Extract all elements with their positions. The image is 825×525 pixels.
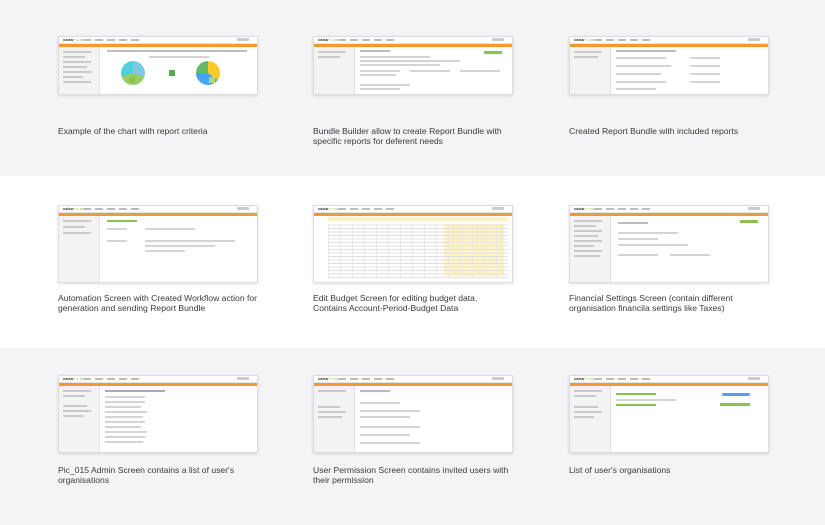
screen-caption: List of user's organisations [569, 465, 671, 475]
screenshot-thumbnail[interactable]: calxa+ = x [569, 205, 769, 283]
screenshot-thumbnail[interactable]: calxa+ = x [313, 36, 513, 95]
app-logo: calxa+ = x [574, 37, 594, 42]
app-logo: calxa+ = x [63, 376, 83, 381]
screen-caption: Automation Screen with Created Workflow … [58, 293, 258, 314]
app-logo: calxa+ = x [63, 37, 83, 42]
screenshot-thumbnail[interactable]: calxa+ = x [58, 36, 258, 95]
screen-caption: User Permission Screen contains invited … [313, 465, 509, 486]
screenshot-thumbnail[interactable]: calxa+ = x [569, 36, 769, 95]
screen-caption: Bundle Builder allow to create Report Bu… [313, 126, 502, 147]
app-logo: calxa+ = x [574, 206, 594, 211]
app-logo: calxa+ = x [318, 206, 338, 211]
screen-caption: Edit Budget Screen for editing budget da… [313, 293, 478, 314]
app-logo: calxa+ = x [318, 37, 338, 42]
screen-caption: Created Report Bundle with included repo… [569, 126, 739, 136]
app-logo: calxa+ = x [63, 206, 83, 211]
screenshot-thumbnail[interactable]: calxa+ = x [58, 205, 258, 283]
screen-caption: Pic_015 Admin Screen contains a list of … [58, 465, 234, 486]
app-logo: calxa+ = x [574, 376, 594, 381]
screenshot-thumbnail[interactable]: calxa+ = x [313, 205, 513, 283]
screenshot-thumbnail[interactable]: calxa+ = x [313, 375, 513, 453]
screenshot-thumbnail[interactable]: calxa+ = x [58, 375, 258, 453]
screen-caption: Financial Settings Screen (contain diffe… [569, 293, 733, 314]
app-logo: calxa+ = x [318, 376, 338, 381]
screen-caption: Example of the chart with report criteri… [58, 126, 208, 136]
screenshot-thumbnail[interactable]: calxa+ = x [569, 375, 769, 453]
